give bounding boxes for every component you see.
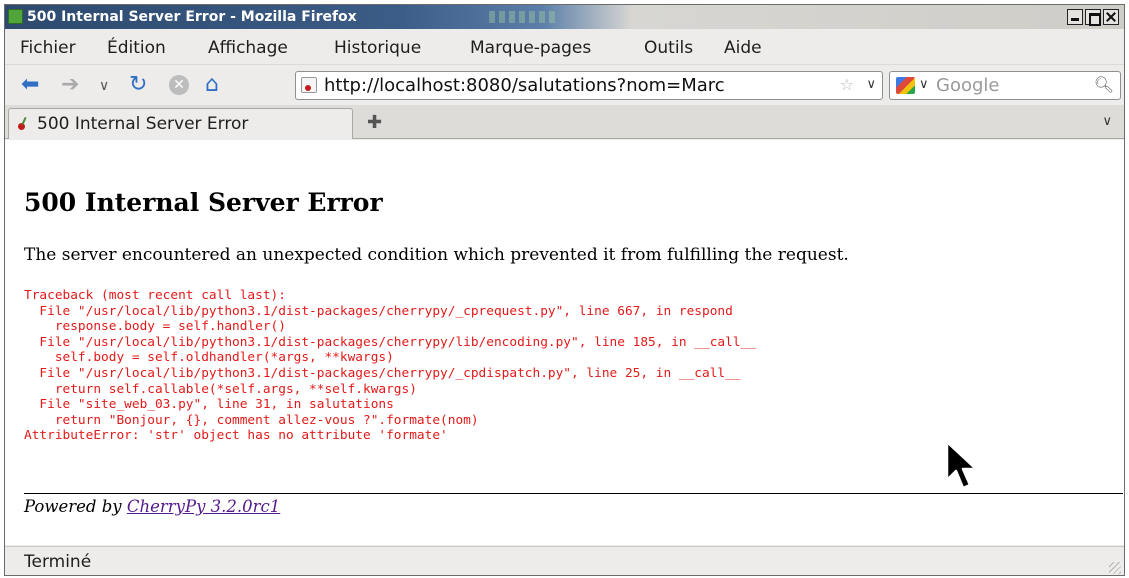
bookmark-star-icon[interactable]: ☆ [840, 75, 854, 94]
tab-list-icon[interactable]: ∨ [1102, 114, 1112, 129]
menu-marque-pages[interactable]: Marque-pages [470, 38, 591, 58]
menu-aide[interactable]: Aide [724, 38, 762, 58]
footer-divider [24, 493, 1123, 494]
magnifier-icon[interactable]: 🔍︎ [1094, 75, 1114, 94]
menu-outils[interactable]: Outils [644, 38, 693, 58]
url-bar[interactable]: http://localhost:8080/salutations?nom=Ma… [295, 71, 883, 100]
tab-bar: 500 Internal Server Error ✚ ∨ [5, 105, 1124, 139]
navigation-toolbar: ⬅ ➔ ∨ ↻ ✕ ⌂ http://localhost:8080/saluta… [5, 65, 1124, 105]
tab-label: 500 Internal Server Error [37, 114, 249, 134]
firefox-app-icon [8, 9, 23, 24]
minimize-icon[interactable] [1067, 9, 1083, 25]
error-message: The server encountered an unexpected con… [24, 245, 849, 265]
tab-active[interactable]: 500 Internal Server Error [8, 108, 353, 139]
google-engine-icon[interactable] [896, 77, 915, 94]
status-bar: Terminé [5, 546, 1124, 575]
home-icon[interactable]: ⌂ [205, 74, 219, 96]
search-engine-dropdown-icon[interactable]: ∨ [919, 77, 929, 92]
mouse-cursor-icon [945, 440, 978, 490]
url-dropdown-icon[interactable]: ∨ [866, 77, 876, 92]
page-content: 500 Internal Server Error The server enc… [5, 140, 1124, 545]
menu-affichage[interactable]: Affichage [208, 38, 288, 58]
search-input[interactable]: Google [936, 75, 999, 96]
cherrypy-link[interactable]: CherryPy 3.2.0rc1 [127, 497, 280, 516]
page-heading: 500 Internal Server Error [24, 188, 383, 217]
menu-bar: Fichier Édition Affichage Historique Mar… [5, 29, 1124, 65]
search-bar[interactable]: ∨ Google 🔍︎ [889, 71, 1121, 100]
menu-historique[interactable]: Historique [334, 38, 421, 58]
browser-window: 500 Internal Server Error - Mozilla Fire… [4, 4, 1125, 576]
site-favicon [301, 77, 317, 93]
url-text[interactable]: http://localhost:8080/salutations?nom=Ma… [324, 75, 830, 96]
stop-icon[interactable]: ✕ [169, 75, 189, 95]
title-bar[interactable]: 500 Internal Server Error - Mozilla Fire… [5, 5, 1124, 29]
powered-by: Powered by CherryPy 3.2.0rc1 [24, 497, 280, 516]
status-text: Terminé [24, 552, 92, 572]
forward-arrow-icon[interactable]: ➔ [61, 74, 79, 96]
menu-fichier[interactable]: Fichier [20, 38, 76, 58]
titlebar-decoration [489, 11, 559, 23]
back-arrow-icon[interactable]: ⬅ [21, 74, 39, 96]
reload-icon[interactable]: ↻ [129, 74, 147, 96]
history-dropdown-icon[interactable]: ∨ [99, 75, 109, 97]
window-title: 500 Internal Server Error - Mozilla Fire… [27, 9, 357, 25]
menu-edition[interactable]: Édition [107, 38, 166, 58]
resize-grip-icon[interactable] [1109, 562, 1121, 574]
tab-favicon [17, 117, 31, 131]
traceback: Traceback (most recent call last): File … [24, 288, 756, 444]
close-icon[interactable] [1103, 9, 1119, 25]
maximize-icon[interactable] [1085, 9, 1101, 26]
powered-by-prefix: Powered by [24, 497, 122, 516]
new-tab-icon[interactable]: ✚ [367, 112, 382, 133]
